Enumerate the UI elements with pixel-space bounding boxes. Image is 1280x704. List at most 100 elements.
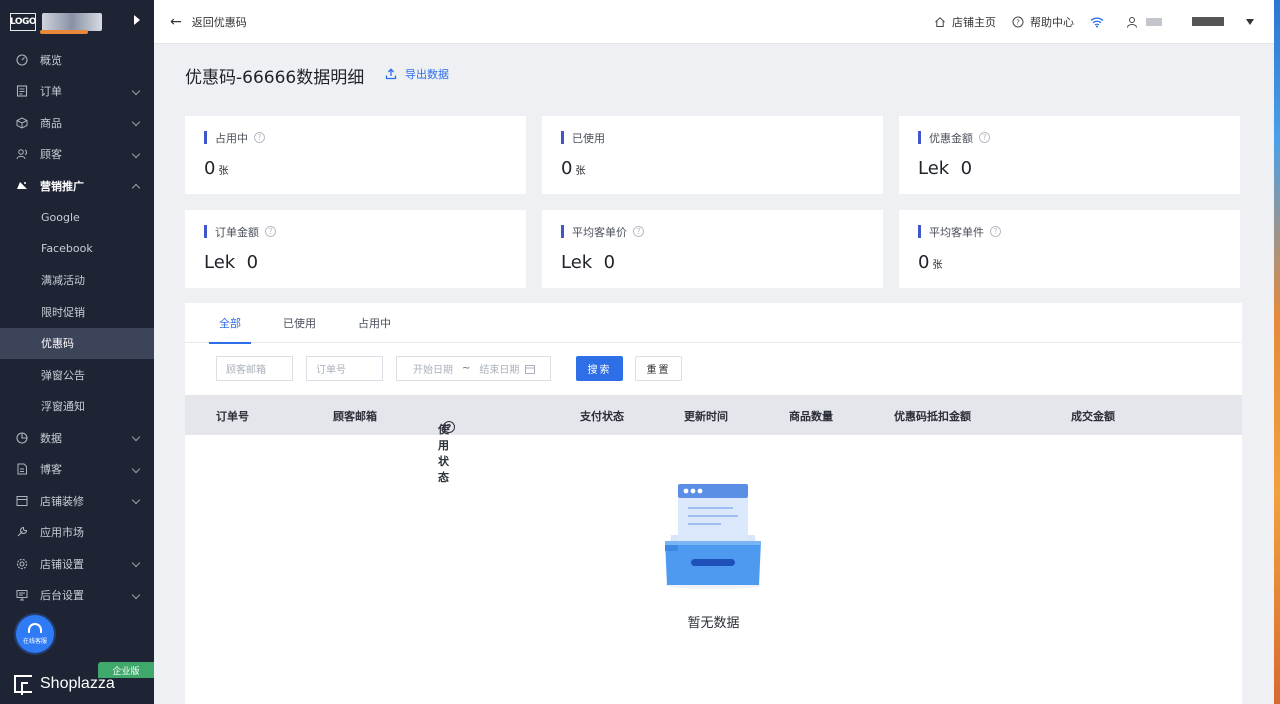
sidebar-item-label: 店铺装修 xyxy=(40,494,84,508)
start-date-placeholder: 开始日期 xyxy=(413,365,453,376)
sidebar-item-label: 店铺设置 xyxy=(40,557,84,571)
export-label: 导出数据 xyxy=(405,68,449,81)
store-home-link[interactable]: 店铺主页 xyxy=(934,14,996,30)
stat-card-avg-items: 平均客单件? 0张 xyxy=(899,210,1240,288)
sidebar-item-customers[interactable]: 顾客 xyxy=(0,139,154,171)
wrench-icon xyxy=(16,526,28,538)
table-header: 订单号 顾客邮箱 使用状态 ? 支付状态 更新时间 商品数量 优惠码抵扣金额 成… xyxy=(185,395,1242,484)
chevron-down-icon xyxy=(131,558,141,568)
stat-label-text: 平均客单价 xyxy=(572,225,627,239)
dashboard-icon xyxy=(16,54,28,66)
main-content: 优惠码-66666数据明细 导出数据 占用中? 0张 已使用 0张 优惠金额? … xyxy=(154,45,1274,704)
status-tabs: 全部 已使用 占用中 xyxy=(185,303,1242,344)
stat-card-order-amount: 订单金额? Lek 0 xyxy=(185,210,526,288)
sidebar-subitem-google[interactable]: Google xyxy=(0,202,154,234)
blog-icon xyxy=(16,463,28,475)
store-logo: LOGO xyxy=(10,13,37,31)
stat-label: 优惠金额? xyxy=(918,131,990,145)
sidebar-item-label: 顾客 xyxy=(40,148,62,162)
wifi-status[interactable] xyxy=(1090,16,1110,28)
stat-label-text: 占用中 xyxy=(215,131,248,145)
order-number-input[interactable]: 订单号 xyxy=(306,356,383,381)
sidebar-item-data[interactable]: 数据 xyxy=(0,422,154,454)
reset-button[interactable]: 重置 xyxy=(635,356,682,381)
stat-label: 已使用 xyxy=(561,131,605,145)
sidebar-item-store-design[interactable]: 店铺装修 xyxy=(0,485,154,517)
question-icon[interactable]: ? xyxy=(254,132,265,143)
sidebar-item-label: 营销推广 xyxy=(40,179,84,193)
question-icon[interactable]: ? xyxy=(633,226,644,237)
sidebar-item-label: 订单 xyxy=(40,85,62,99)
collapse-sidebar-icon[interactable] xyxy=(134,15,140,25)
stat-value-number: Lek 0 xyxy=(561,252,616,273)
sidebar-item-blog[interactable]: 博客 xyxy=(0,454,154,486)
help-icon: ? xyxy=(1012,16,1024,27)
store-home-label: 店铺主页 xyxy=(952,15,996,29)
sidebar-subitem-flash-sale[interactable]: 限时促销 xyxy=(0,296,154,328)
export-data-button[interactable]: 导出数据 xyxy=(385,66,449,82)
stat-label-text: 平均客单件 xyxy=(929,225,984,239)
search-button[interactable]: 搜索 xyxy=(576,356,623,381)
stat-card-avg-order-value: 平均客单价? Lek 0 xyxy=(542,210,883,288)
question-icon[interactable]: ? xyxy=(990,226,1001,237)
brand-logo: Shoplazza xyxy=(14,675,115,695)
stat-label-text: 订单金额 xyxy=(215,225,259,239)
customer-email-input[interactable]: 顾客邮箱 xyxy=(216,356,293,381)
sidebar-subitem-discount-code[interactable]: 优惠码 xyxy=(0,327,154,359)
sidebar-item-label: 博客 xyxy=(40,463,62,477)
back-link[interactable]: ← 返回优惠码 xyxy=(170,14,247,30)
online-support-label: 在线客服 xyxy=(22,638,47,645)
store-switcher[interactable]: LOGO xyxy=(0,0,154,44)
user-menu[interactable] xyxy=(1126,16,1254,28)
product-icon xyxy=(16,117,28,129)
stat-label-text: 优惠金额 xyxy=(929,131,973,145)
question-icon[interactable]: ? xyxy=(265,226,276,237)
column-header-order-number: 订单号 xyxy=(216,410,249,423)
stat-value: Lek 0 xyxy=(918,158,972,179)
gear-icon xyxy=(16,558,28,570)
order-icon xyxy=(16,85,28,97)
sidebar-item-orders[interactable]: 订单 xyxy=(0,76,154,108)
user-icon xyxy=(1127,16,1137,28)
stat-value: 0张 xyxy=(204,158,228,179)
question-icon[interactable]: ? xyxy=(443,421,455,433)
online-support-button[interactable]: 在线客服 xyxy=(16,615,54,653)
column-header-customer-email: 顾客邮箱 xyxy=(333,410,377,423)
question-icon[interactable]: ? xyxy=(979,132,990,143)
column-header-item-count: 商品数量 xyxy=(789,410,833,423)
user-name-blurred xyxy=(1192,17,1224,26)
tab-occupied[interactable]: 占用中 xyxy=(358,303,391,343)
arrow-left-icon: ← xyxy=(170,13,182,30)
stat-card-used: 已使用 0张 xyxy=(542,116,883,194)
sidebar-item-marketing[interactable]: 营销推广 xyxy=(0,170,154,202)
date-range-picker[interactable]: 开始日期 ~ 结束日期 xyxy=(396,356,551,381)
sidebar-item-app-market[interactable]: 应用市场 xyxy=(0,517,154,549)
end-date-placeholder: 结束日期 xyxy=(479,365,520,376)
caret-down-icon xyxy=(1246,18,1254,25)
sidebar-item-admin-settings[interactable]: 后台设置 xyxy=(0,580,154,612)
orders-panel: 全部 已使用 占用中 顾客邮箱 订单号 开始日期 ~ 结束日期 搜索 重置 订单… xyxy=(185,303,1242,704)
store-name-blurred xyxy=(42,13,102,31)
sidebar-subitem-facebook[interactable]: Facebook xyxy=(0,233,154,265)
sidebar-subitem-float-notice[interactable]: 浮窗通知 xyxy=(0,391,154,423)
sidebar: LOGO 概览 订单 商品 顾客 营销推广 Google Facebook 满减… xyxy=(0,0,154,704)
sidebar-item-store-settings[interactable]: 店铺设置 xyxy=(0,548,154,580)
calendar-icon xyxy=(525,364,536,374)
help-center-link[interactable]: ? 帮助中心 xyxy=(1012,14,1074,30)
stat-value: 0张 xyxy=(918,252,942,273)
tab-used[interactable]: 已使用 xyxy=(283,303,316,343)
chevron-down-icon xyxy=(131,495,141,505)
sidebar-subitem-full-reduction[interactable]: 满减活动 xyxy=(0,265,154,297)
account-name-blurred xyxy=(1146,17,1162,26)
desktop-wallpaper-edge xyxy=(1274,0,1280,704)
sidebar-subitem-popup[interactable]: 弹窗公告 xyxy=(0,359,154,391)
sidebar-item-overview[interactable]: 概览 xyxy=(0,44,154,76)
tab-all[interactable]: 全部 xyxy=(209,303,251,344)
wifi-icon xyxy=(1090,17,1104,27)
sidebar-item-products[interactable]: 商品 xyxy=(0,107,154,139)
empty-state-text: 暂无数据 xyxy=(687,616,740,631)
stat-unit: 张 xyxy=(932,260,943,271)
sidebar-item-label: 概览 xyxy=(40,53,62,67)
chevron-down-icon xyxy=(131,590,141,599)
megaphone-icon xyxy=(16,180,28,192)
